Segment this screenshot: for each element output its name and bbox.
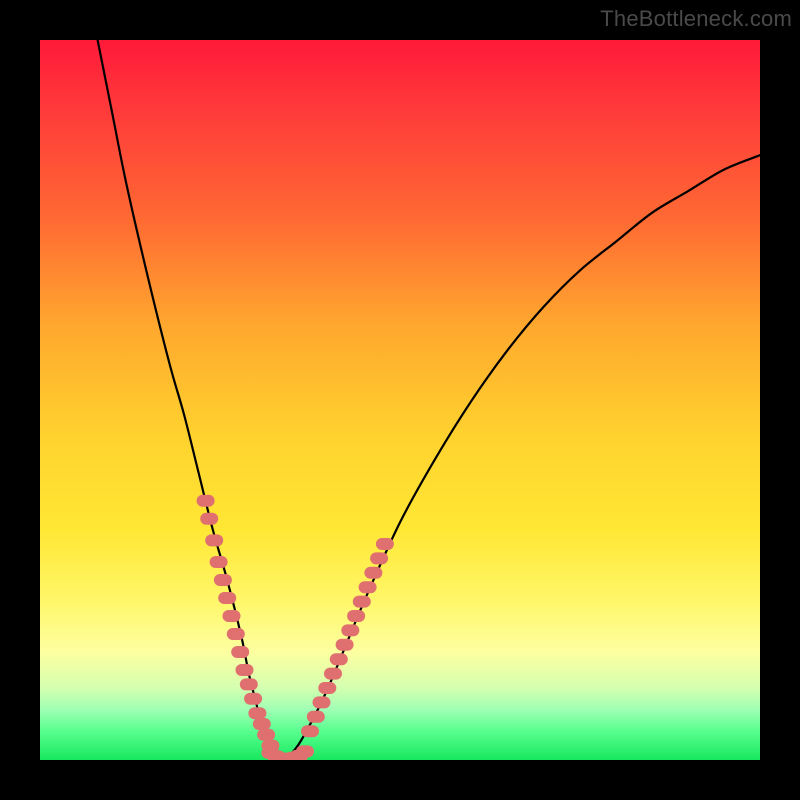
- bottleneck-curve: [98, 40, 760, 760]
- chart-frame: TheBottleneck.com: [0, 0, 800, 800]
- highlight-dots-bottom: [261, 745, 314, 760]
- watermark-label: TheBottleneck.com: [600, 6, 792, 32]
- chart-svg: [40, 40, 760, 760]
- plot-area: [40, 40, 760, 760]
